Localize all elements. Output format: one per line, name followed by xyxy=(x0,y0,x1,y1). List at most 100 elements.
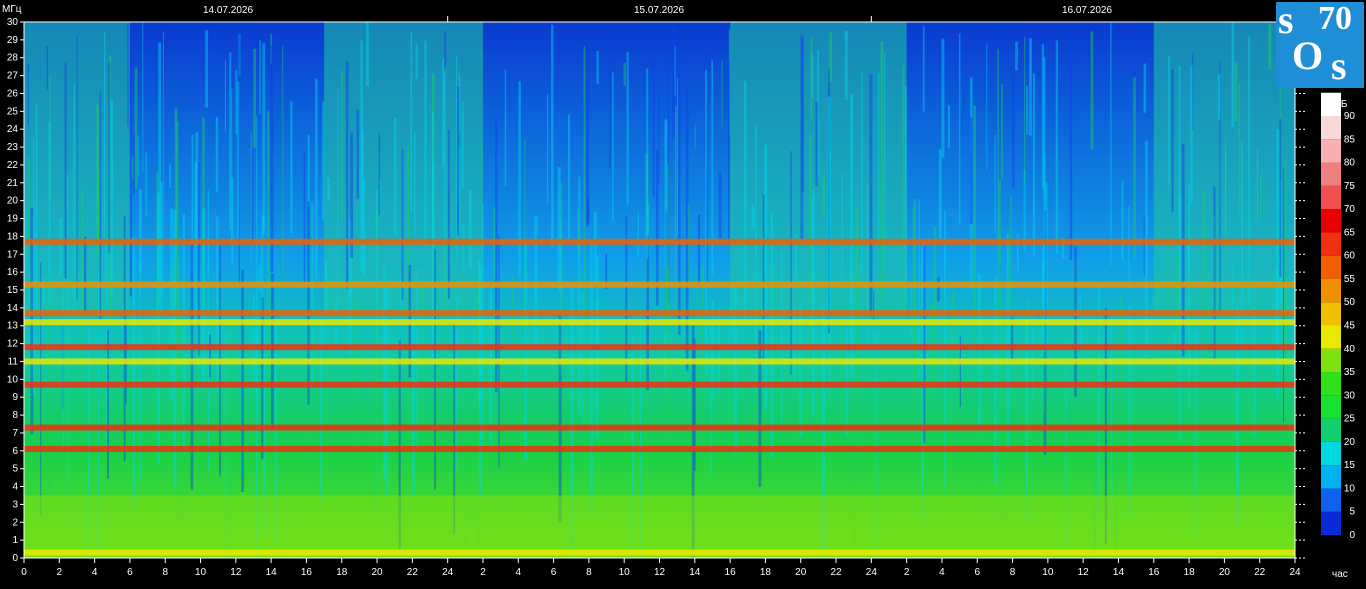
texture-stripe xyxy=(910,284,913,335)
texture-stripe xyxy=(652,59,655,198)
texture-stripe xyxy=(596,51,599,84)
texture-stripe xyxy=(705,334,708,373)
date-label: 15.07.2026 xyxy=(634,5,684,16)
texture-stripe xyxy=(758,330,762,487)
texture-stripe xyxy=(266,111,270,383)
texture-stripe xyxy=(1234,62,1238,122)
broadcast-band xyxy=(24,549,1295,556)
date-label: 16.07.2026 xyxy=(1062,5,1112,16)
y-tick-label: 4 xyxy=(12,482,18,493)
texture-stripe xyxy=(1260,175,1262,219)
texture-stripe xyxy=(609,43,611,169)
texture-stripe xyxy=(262,43,266,231)
texture-stripe xyxy=(241,269,244,492)
x-tick-label: 22 xyxy=(407,567,419,578)
broadcast-band xyxy=(24,310,1295,317)
texture-stripe xyxy=(697,214,701,287)
texture-stripe xyxy=(674,46,676,96)
texture-stripe xyxy=(307,201,310,405)
texture-stripe xyxy=(59,217,62,275)
texture-stripe xyxy=(586,78,590,227)
colorbar-tick-label: 15 xyxy=(1344,460,1356,471)
y-tick-label: 1 xyxy=(12,535,18,546)
texture-stripe xyxy=(986,43,988,171)
y-tick-label: 19 xyxy=(7,214,19,225)
texture-stripe xyxy=(271,273,274,430)
colorbar-segment xyxy=(1321,139,1341,163)
spectrogram-plot-area xyxy=(23,21,1296,559)
texture-stripe xyxy=(253,48,256,148)
x-tick-label: 2 xyxy=(904,567,910,578)
texture-stripe xyxy=(110,99,114,295)
texture-stripe xyxy=(1188,184,1190,410)
texture-stripe xyxy=(1001,83,1003,180)
y-tick-label: 5 xyxy=(12,464,18,475)
texture-stripe xyxy=(567,114,571,239)
colorbar-tick-label: 85 xyxy=(1344,134,1356,145)
texture-stripe xyxy=(721,60,723,127)
x-tick-label: 14 xyxy=(689,567,701,578)
texture-stripe xyxy=(938,149,942,241)
texture-stripe xyxy=(442,247,445,418)
texture-stripe xyxy=(755,124,757,391)
x-tick-label: 2 xyxy=(480,567,486,578)
texture-stripe xyxy=(457,202,459,223)
texture-stripe xyxy=(215,117,219,193)
texture-stripe xyxy=(1011,65,1015,189)
texture-stripe xyxy=(1171,69,1174,213)
texture-stripe xyxy=(973,105,976,343)
texture-stripe xyxy=(822,173,826,215)
colorbar-tick-label: 0 xyxy=(1349,530,1355,541)
texture-stripe xyxy=(678,57,681,335)
texture-stripe xyxy=(81,188,84,359)
y-tick-label: 2 xyxy=(12,517,18,528)
texture-stripe xyxy=(145,151,147,217)
y-tick-label: 13 xyxy=(7,321,19,332)
texture-stripe xyxy=(376,190,378,366)
texture-stripe xyxy=(182,214,185,454)
texture-stripe xyxy=(800,318,802,387)
texture-stripe xyxy=(315,78,318,280)
texture-stripe xyxy=(770,213,774,458)
colorbar-segment xyxy=(1321,488,1341,512)
broadcast-band xyxy=(24,381,1295,388)
colorbar-segment xyxy=(1321,162,1341,186)
texture-stripe xyxy=(412,313,415,495)
texture-stripe xyxy=(815,101,818,187)
texture-stripe xyxy=(83,236,87,313)
texture-stripe xyxy=(1043,57,1046,322)
colorbar-tick-label: 80 xyxy=(1344,158,1356,169)
texture-stripe xyxy=(169,164,172,188)
texture-stripe xyxy=(481,144,483,180)
texture-stripe xyxy=(142,22,144,173)
x-tick-label: 18 xyxy=(760,567,772,578)
texture-stripe xyxy=(1238,82,1241,216)
x-tick-label: 18 xyxy=(336,567,348,578)
y-tick-label: 24 xyxy=(7,124,19,135)
texture-stripe xyxy=(76,35,78,300)
x-tick-label: 12 xyxy=(1078,567,1090,578)
x-tick-label: 10 xyxy=(195,567,207,578)
x-tick-label: 16 xyxy=(301,567,313,578)
texture-stripe xyxy=(162,31,164,297)
texture-stripe xyxy=(790,151,792,375)
y-tick-label: 0 xyxy=(12,553,18,564)
colorbar-tick-label: 10 xyxy=(1344,483,1356,494)
texture-stripe xyxy=(1224,149,1227,234)
texture-stripe xyxy=(827,96,831,328)
texture-stripe xyxy=(73,83,76,327)
texture-stripe xyxy=(251,150,254,243)
y-tick-label: 27 xyxy=(7,71,19,82)
texture-stripe xyxy=(127,22,129,127)
colorbar-segment xyxy=(1321,232,1341,256)
texture-stripe xyxy=(282,46,284,288)
texture-stripe xyxy=(224,60,226,132)
texture-stripe xyxy=(1279,118,1282,278)
y-tick-label: 30 xyxy=(7,17,19,28)
texture-stripe xyxy=(238,31,240,288)
texture-stripe xyxy=(461,101,464,188)
texture-stripe xyxy=(551,24,554,248)
texture-stripe xyxy=(764,144,768,411)
x-tick-label: 12 xyxy=(230,567,242,578)
texture-stripe xyxy=(694,123,696,150)
